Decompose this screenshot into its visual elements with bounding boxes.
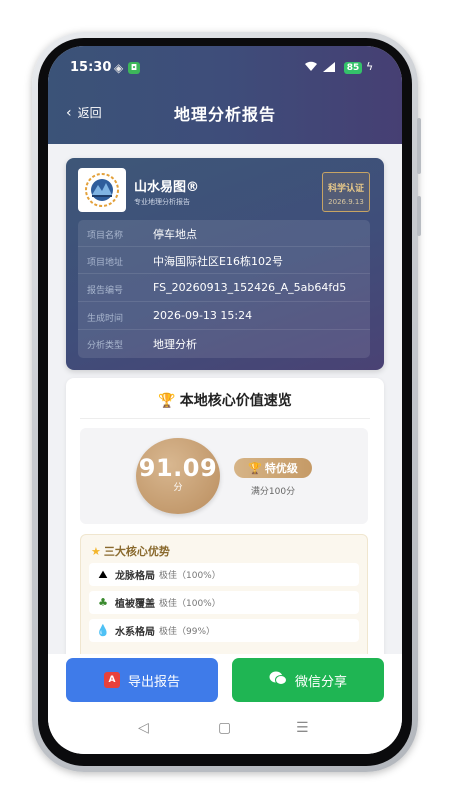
nav-home-icon[interactable]: ▢: [218, 720, 231, 736]
phone-screen: 15:30 ◈ ◘ 85 ϟ ‹ 返回 地理分析报告 山水易图® 专业地理分析报…: [48, 46, 402, 754]
droplet-icon: 💧: [96, 624, 110, 637]
advantage-item: ⛰ 龙脉格局 极佳（100%）: [89, 563, 359, 586]
info-row: 生成时间 2026-09-13 15:24: [78, 303, 370, 330]
info-value: 2026-09-13 15:24: [153, 309, 253, 322]
app-notification-icon: ◘: [128, 62, 140, 74]
brand-name: 山水易图®: [134, 180, 200, 195]
signal-icon: [322, 61, 336, 76]
phone-side-button: [417, 196, 421, 236]
star-icon: ★: [91, 545, 101, 558]
info-key: 报告编号: [87, 286, 124, 296]
wechat-icon: [269, 671, 287, 690]
trophy-icon: 🏆: [158, 393, 176, 409]
grade-badge: 🏆 特优级: [234, 458, 312, 478]
tree-icon: ♣: [98, 596, 108, 609]
info-value: FS_20260913_152426_A_5ab64fd5: [153, 281, 347, 294]
location-icon: ◈: [114, 61, 124, 75]
score-value: 91.09: [138, 454, 218, 482]
mountain-icon: ⛰: [98, 567, 108, 581]
grade-label: 特优级: [264, 462, 298, 475]
info-row: 报告编号 FS_20260913_152426_A_5ab64fd5: [78, 275, 370, 302]
info-row: 项目名称 停车地点: [78, 220, 370, 247]
full-score-note: 满分100分: [250, 487, 296, 497]
advantages-title: ★ 三大核心优势: [91, 543, 170, 559]
export-label: 导出报告: [127, 674, 180, 690]
status-bar: 15:30 ◈ ◘ 85 ϟ: [48, 60, 402, 78]
advantage-item: ♣ 植被覆盖 极佳（100%）: [89, 591, 359, 614]
certification-stamp: 科学认证 2026.9.13: [322, 172, 370, 212]
status-time: 15:30: [70, 60, 112, 75]
project-info-table: 项目名称 停车地点 项目地址 中海国际社区E16栋102号 报告编号 FS_20…: [78, 220, 370, 358]
brand: 山水易图® 专业地理分析报告: [134, 176, 199, 207]
advantage-label: 植被覆盖: [115, 599, 155, 610]
info-row: 项目地址 中海国际社区E16栋102号: [78, 247, 370, 274]
divider: [80, 418, 370, 419]
export-report-button[interactable]: A 导出报告: [66, 658, 218, 702]
advantage-label: 水系格局: [115, 627, 155, 638]
phone-side-button: [417, 118, 421, 174]
advantage-level: 极佳（100%）: [159, 571, 221, 581]
advantage-label: 龙脉格局: [115, 571, 155, 582]
advantage-level: 极佳（99%）: [159, 627, 216, 637]
report-content[interactable]: 山水易图® 专业地理分析报告 科学认证 2026.9.13 项目名称 停车地点 …: [48, 144, 402, 654]
page-title: 地理分析报告: [173, 105, 276, 124]
advantages-title-text: 三大核心优势: [103, 545, 170, 558]
system-nav-bar: ◁ ▢ ☰: [48, 708, 402, 754]
info-value: 中海国际社区E16栋102号: [153, 255, 283, 268]
info-key: 分析类型: [87, 341, 124, 351]
info-value: 地理分析: [153, 338, 197, 351]
header: 15:30 ◈ ◘ 85 ϟ ‹ 返回 地理分析报告: [48, 46, 402, 144]
core-value-title: 🏆 本地核心价值速览: [66, 390, 384, 410]
info-key: 项目名称: [87, 231, 124, 241]
advantage-item: 💧 水系格局 极佳（99%）: [89, 619, 359, 642]
charging-icon: ϟ: [366, 60, 374, 73]
info-row: 分析类型 地理分析: [78, 330, 370, 357]
cert-title: 科学认证: [327, 184, 364, 194]
wifi-icon: [304, 60, 318, 75]
action-bar: A 导出报告 微信分享: [48, 654, 402, 708]
advantage-level: 极佳（100%）: [159, 599, 221, 609]
wechat-share-button[interactable]: 微信分享: [232, 658, 384, 702]
info-value: 停车地点: [153, 228, 197, 241]
info-key: 生成时间: [87, 314, 124, 324]
trophy-icon: 🏆: [248, 461, 262, 475]
brand-subtitle: 专业地理分析报告: [134, 198, 190, 206]
cert-date: 2026.9.13: [328, 198, 364, 206]
pdf-icon: A: [103, 672, 120, 688]
nav-back-icon[interactable]: ◁: [138, 720, 149, 736]
advantages-panel: ★ 三大核心优势 ⛰ 龙脉格局 极佳（100%） ♣ 植被覆盖 极佳（100%） …: [80, 534, 368, 654]
score-circle: 91.09 分: [136, 438, 220, 514]
core-value-card: 🏆 本地核心价值速览 91.09 分 🏆 特优级 满分100分 ★ 三大核心优势 ⛰: [66, 378, 384, 654]
brand-logo: [78, 168, 126, 212]
info-key: 项目地址: [87, 258, 124, 268]
core-value-title-text: 本地核心价值速览: [179, 393, 292, 409]
nav-menu-icon[interactable]: ☰: [296, 720, 309, 736]
battery-icon: 85: [344, 62, 362, 74]
share-label: 微信分享: [294, 674, 347, 690]
score-panel: 91.09 分 🏆 特优级 满分100分: [80, 428, 368, 524]
nav-bar: ‹ 返回 地理分析报告: [48, 98, 402, 128]
report-summary-card: 山水易图® 专业地理分析报告 科学认证 2026.9.13 项目名称 停车地点 …: [66, 158, 384, 370]
